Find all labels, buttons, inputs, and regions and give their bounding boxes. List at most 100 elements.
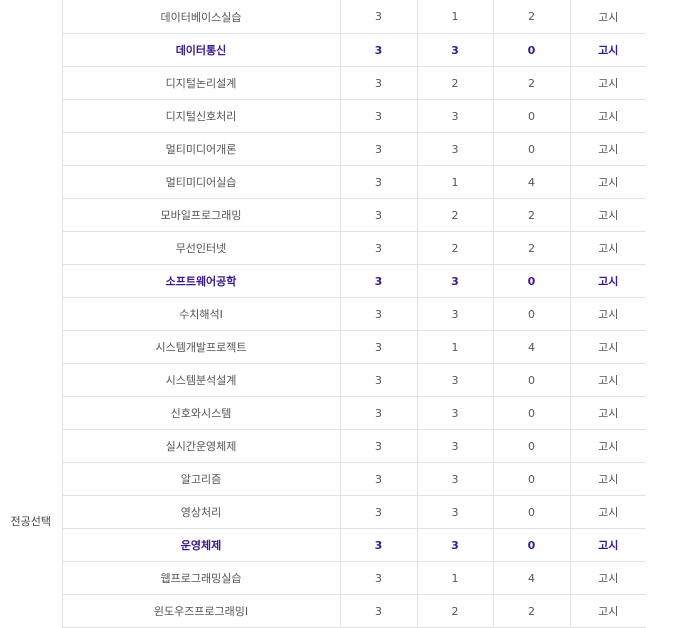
practice-hours-cell: 0: [492, 264, 570, 298]
table-row: 멀티미디어실습 3 1 4 고시: [0, 165, 646, 199]
practice-hours-cell: 0: [492, 528, 570, 562]
course-name-cell: 소프트웨어공학: [61, 264, 340, 298]
theory-hours-cell: 1: [416, 561, 493, 595]
exam-type-cell: 고시: [569, 528, 646, 562]
course-name-cell: 시스템분석설계: [61, 363, 340, 397]
credit-cell: 3: [339, 429, 417, 463]
theory-hours-cell: 3: [416, 495, 493, 529]
practice-hours-cell: 0: [492, 363, 570, 397]
theory-hours-cell: 3: [416, 99, 493, 133]
exam-type-cell: 고시: [569, 462, 646, 496]
exam-type-cell: 고시: [569, 495, 646, 529]
table-row: 운영체제 3 3 0 고시: [0, 528, 646, 562]
credit-cell: 3: [339, 264, 417, 298]
theory-hours-cell: 3: [416, 33, 493, 67]
theory-hours-cell: 2: [416, 594, 493, 628]
exam-type-cell: 고시: [569, 561, 646, 595]
practice-hours-cell: 4: [492, 561, 570, 595]
course-name-cell: 운영체제: [61, 528, 340, 562]
category-cell: 전공선택: [10, 514, 51, 528]
credit-cell: 3: [339, 330, 417, 364]
course-name-cell: 시스템개발프로젝트: [61, 330, 340, 364]
table-row: 신호와시스템 3 3 0 고시: [0, 396, 646, 430]
credit-cell: 3: [339, 297, 417, 331]
exam-type-cell: 고시: [569, 99, 646, 133]
table-row: 소프트웨어공학 3 3 0 고시: [0, 264, 646, 298]
table-row: 실시간운영체제 3 3 0 고시: [0, 429, 646, 463]
exam-type-cell: 고시: [569, 165, 646, 199]
credit-cell: 3: [339, 165, 417, 199]
practice-hours-cell: 0: [492, 297, 570, 331]
course-name-cell: 모바일프로그래밍: [61, 198, 340, 232]
course-name-cell: 수치해석Ⅰ: [61, 297, 340, 331]
practice-hours-cell: 2: [492, 594, 570, 628]
table-row: 윈도우즈프로그래밍Ⅰ 3 2 2 고시: [0, 594, 646, 628]
practice-hours-cell: 0: [492, 396, 570, 430]
course-name-cell: 디지털논리설계: [61, 66, 340, 100]
theory-hours-cell: 3: [416, 528, 493, 562]
practice-hours-cell: 0: [492, 462, 570, 496]
practice-hours-cell: 4: [492, 330, 570, 364]
credit-cell: 3: [339, 0, 417, 34]
credit-cell: 3: [339, 231, 417, 265]
course-name-cell: 데이터베이스실습: [61, 0, 340, 34]
exam-type-cell: 고시: [569, 198, 646, 232]
table-row: 시스템분석설계 3 3 0 고시: [0, 363, 646, 397]
table-row: 디지털신호처리 3 3 0 고시: [0, 99, 646, 133]
credit-cell: 3: [339, 198, 417, 232]
theory-hours-cell: 3: [416, 429, 493, 463]
theory-hours-cell: 1: [416, 330, 493, 364]
theory-hours-cell: 3: [416, 396, 493, 430]
exam-type-cell: 고시: [569, 330, 646, 364]
table-row: 시스템개발프로젝트 3 1 4 고시: [0, 330, 646, 364]
credit-cell: 3: [339, 561, 417, 595]
table-row: 수치해석Ⅰ 3 3 0 고시: [0, 297, 646, 331]
theory-hours-cell: 3: [416, 264, 493, 298]
practice-hours-cell: 2: [492, 231, 570, 265]
curriculum-table-container: 전공선택 데이터베이스실습 3 1 2 고시 데이터통신 3 3 0 고시 디지털논리설계 3 2 2 고시 디…: [0, 0, 683, 628]
course-name-cell: 멀티미디어실습: [61, 165, 340, 199]
exam-type-cell: 고시: [569, 297, 646, 331]
credit-cell: 3: [339, 528, 417, 562]
credit-cell: 3: [339, 66, 417, 100]
theory-hours-cell: 2: [416, 66, 493, 100]
exam-type-cell: 고시: [569, 429, 646, 463]
exam-type-cell: 고시: [569, 594, 646, 628]
credit-cell: 3: [339, 99, 417, 133]
table-row: 모바일프로그래밍 3 2 2 고시: [0, 198, 646, 232]
table-row: 웹프로그래밍실습 3 1 4 고시: [0, 561, 646, 595]
theory-hours-cell: 3: [416, 462, 493, 496]
course-name-cell: 멀티미디어개론: [61, 132, 340, 166]
exam-type-cell: 고시: [569, 363, 646, 397]
theory-hours-cell: 3: [416, 297, 493, 331]
course-name-cell: 데이터통신: [61, 33, 340, 67]
practice-hours-cell: 2: [492, 66, 570, 100]
table-row: 전공선택 데이터베이스실습 3 1 2 고시: [0, 0, 646, 528]
table-body: 전공선택 데이터베이스실습 3 1 2 고시 데이터통신 3 3 0 고시 디지털논리설계 3 2 2 고시 디…: [0, 0, 646, 628]
table-row: 무선인터넷 3 2 2 고시: [0, 231, 646, 265]
practice-hours-cell: 4: [492, 165, 570, 199]
practice-hours-cell: 0: [492, 99, 570, 133]
theory-hours-cell: 2: [416, 231, 493, 265]
practice-hours-cell: 2: [492, 0, 570, 34]
practice-hours-cell: 2: [492, 198, 570, 232]
course-name-cell: 영상처리: [61, 495, 340, 529]
exam-type-cell: 고시: [569, 231, 646, 265]
table-row: 멀티미디어개론 3 3 0 고시: [0, 132, 646, 166]
theory-hours-cell: 3: [416, 363, 493, 397]
course-name-cell: 신호와시스템: [61, 396, 340, 430]
theory-hours-cell: 2: [416, 198, 493, 232]
theory-hours-cell: 1: [416, 0, 493, 34]
credit-cell: 3: [339, 462, 417, 496]
exam-type-cell: 고시: [569, 33, 646, 67]
credit-cell: 3: [339, 132, 417, 166]
table-row: 영상처리 3 3 0 고시: [0, 495, 646, 529]
practice-hours-cell: 0: [492, 132, 570, 166]
course-name-cell: 알고리즘: [61, 462, 340, 496]
course-name-cell: 무선인터넷: [61, 231, 340, 265]
credit-cell: 3: [339, 33, 417, 67]
course-name-cell: 실시간운영체제: [61, 429, 340, 463]
theory-hours-cell: 1: [416, 165, 493, 199]
exam-type-cell: 고시: [569, 66, 646, 100]
course-name-cell: 윈도우즈프로그래밍Ⅰ: [61, 594, 340, 628]
